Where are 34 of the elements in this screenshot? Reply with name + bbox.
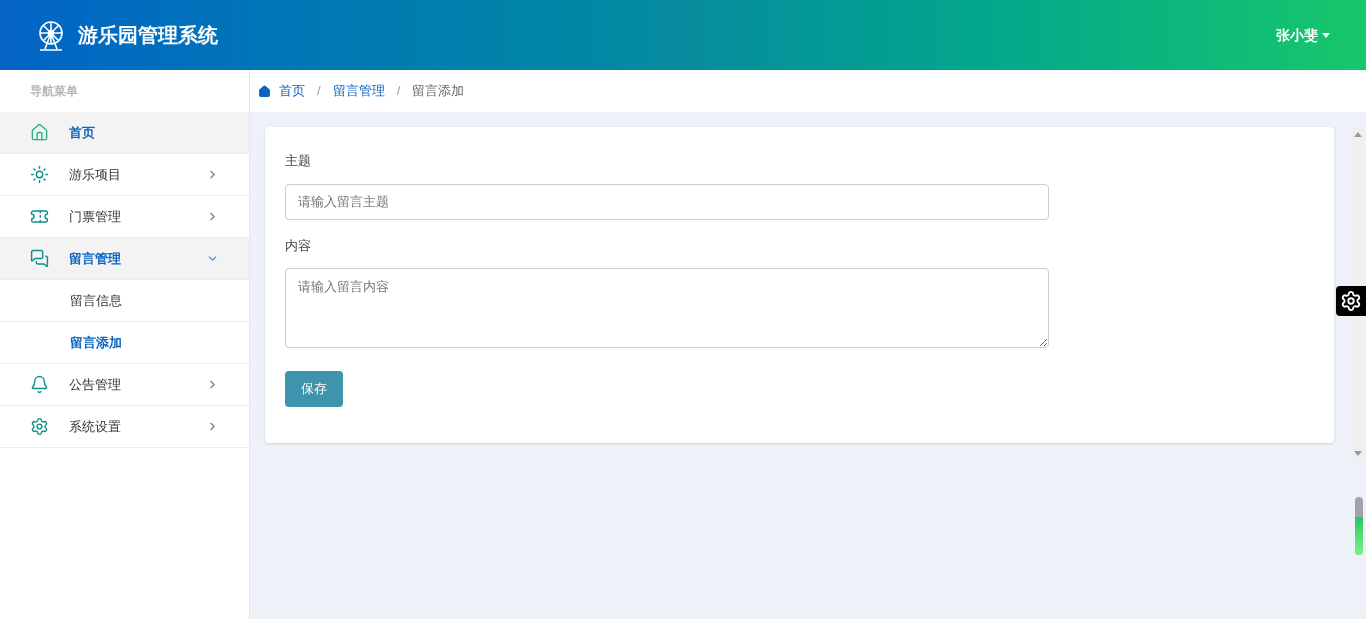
ticket-icon xyxy=(30,207,49,226)
save-button[interactable]: 保存 xyxy=(285,371,343,407)
scroll-indicator-drawing xyxy=(1355,497,1363,555)
home-icon xyxy=(258,84,271,98)
breadcrumb-link[interactable]: 留言管理 xyxy=(332,81,385,101)
scroll-down-icon[interactable] xyxy=(1354,451,1362,456)
caret-icon xyxy=(1322,32,1330,38)
menu-label: 留言管理 xyxy=(69,249,121,268)
settings-icon xyxy=(1340,290,1362,312)
subject-field[interactable]: 请输入留言主题 xyxy=(285,183,1049,220)
sidebar-item[interactable]: 留言管理 xyxy=(0,238,249,280)
field-label: 内容 xyxy=(285,236,312,255)
sun-icon xyxy=(30,165,49,184)
breadcrumb-separator: / xyxy=(317,82,321,101)
menu-label: 系统设置 xyxy=(69,417,121,436)
breadcrumb-current: 留言添加 xyxy=(412,82,465,101)
menu-label: 首页 xyxy=(69,123,95,142)
breadcrumb-link[interactable]: 首页 xyxy=(279,81,305,101)
sidebar-heading: 导航菜单 xyxy=(30,83,78,100)
ferris-wheel-icon xyxy=(36,19,66,51)
home-icon xyxy=(30,123,49,142)
sidebar-item[interactable]: 首页 xyxy=(0,112,249,154)
field-label: 主题 xyxy=(285,152,312,170)
menu-label: 游乐项目 xyxy=(69,165,121,184)
menu-label: 门票管理 xyxy=(69,207,121,226)
settings-icon xyxy=(30,417,49,436)
settings-button[interactable] xyxy=(1336,286,1366,316)
scroll-up-icon[interactable] xyxy=(1354,132,1362,137)
bell-icon xyxy=(30,375,49,394)
menu-label: 公告管理 xyxy=(69,375,121,394)
content-field[interactable]: 请输入留言内容 xyxy=(285,268,1049,348)
chat-icon xyxy=(30,249,49,268)
app-title: 游乐园管理系统 xyxy=(78,23,218,48)
breadcrumb-separator: / xyxy=(396,82,401,101)
